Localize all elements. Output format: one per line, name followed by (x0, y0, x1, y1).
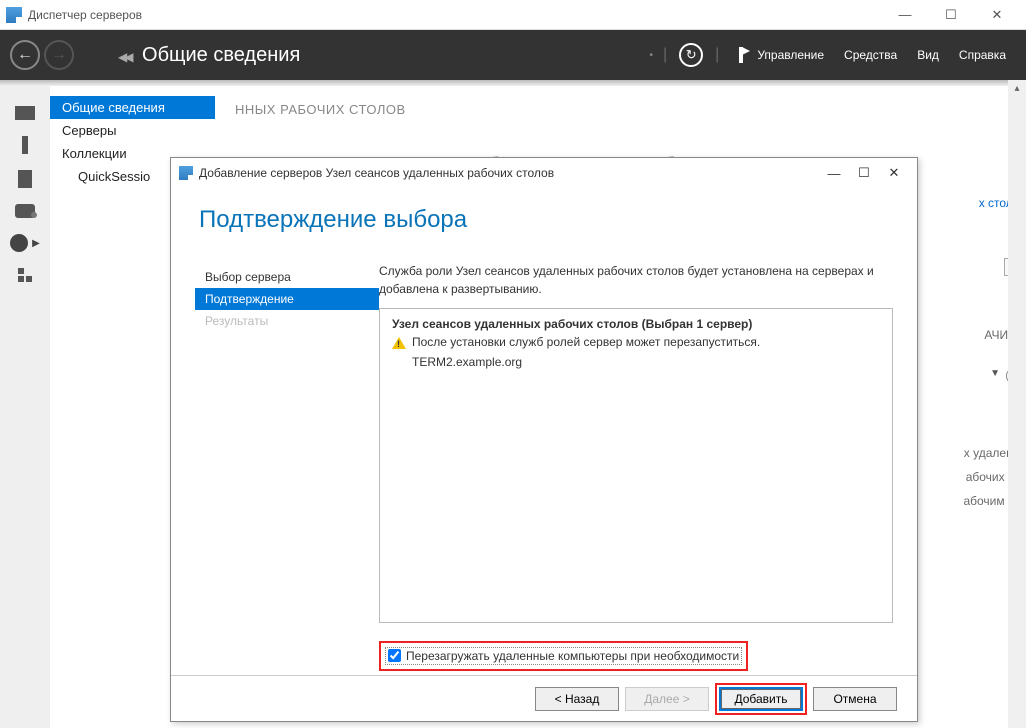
warning-text: После установки служб ролей сервер может… (412, 335, 760, 349)
dialog-body: Выбор сервера Подтверждение Результаты С… (171, 242, 917, 675)
menu-tools[interactable]: Средства (844, 48, 897, 62)
dialog-maximize-button[interactable]: ☐ (849, 165, 879, 181)
rail-storage-icon[interactable] (15, 204, 35, 218)
window-title: Диспетчер серверов (28, 8, 882, 22)
main-titlebar: Диспетчер серверов — ☐ ✕ (0, 0, 1026, 30)
highlight-box: Добавить (715, 683, 807, 715)
add-servers-dialog: Добавление серверов Узел сеансов удаленн… (170, 157, 918, 722)
breadcrumb-chevron-icon: ◀◀ (118, 50, 130, 64)
back-button[interactable]: < Назад (535, 687, 619, 711)
warning-row: После установки служб ролей сервер может… (392, 335, 880, 349)
menu-manage[interactable]: Управление (757, 48, 824, 62)
dropdown-chevron-icon[interactable]: ▼ (990, 368, 1000, 384)
dialog-panel: Служба роли Узел сеансов удаленных рабоч… (379, 242, 893, 675)
rail-tree-icon[interactable] (18, 268, 32, 284)
add-button[interactable]: Добавить (719, 687, 803, 711)
dialog-description: Служба роли Узел сеансов удаленных рабоч… (379, 262, 893, 298)
step-select-server[interactable]: Выбор сервера (195, 266, 379, 288)
page-title: ◀◀ Общие сведения (118, 44, 649, 67)
rail-local-server-icon[interactable] (22, 136, 28, 154)
server-list-box: Узел сеансов удаленных рабочих столов (В… (379, 308, 893, 623)
dialog-close-button[interactable]: ✕ (879, 165, 909, 181)
server-name: TERM2.example.org (392, 355, 880, 369)
next-button: Далее > (625, 687, 709, 711)
restart-checkbox[interactable] (388, 649, 401, 662)
separator: | (663, 46, 667, 64)
restart-checkbox-label[interactable]: Перезагружать удаленные компьютеры при н… (385, 647, 742, 665)
dialog-footer: < Назад Далее > Добавить Отмена (171, 675, 917, 721)
header-bar: ← → ◀◀ Общие сведения • | ↻ | Управление… (0, 30, 1026, 80)
rail-dashboard-icon[interactable] (15, 106, 35, 120)
minimize-button[interactable]: — (882, 0, 928, 30)
wizard-steps: Выбор сервера Подтверждение Результаты (195, 242, 379, 675)
menu-help[interactable]: Справка (959, 48, 1006, 62)
highlight-box: Перезагружать удаленные компьютеры при н… (379, 641, 748, 672)
dialog-icon (179, 166, 193, 180)
box-heading: Узел сеансов удаленных рабочих столов (В… (392, 317, 880, 331)
section-heading: ННЫХ РАБОЧИХ СТОЛОВ (235, 102, 1006, 117)
expand-arrow-icon: ▶ (32, 238, 40, 249)
nav-back-button[interactable]: ← (10, 40, 40, 70)
restart-checkbox-text: Перезагружать удаленные компьютеры при н… (406, 649, 739, 663)
icon-rail: ▶ (0, 86, 50, 728)
vertical-scrollbar[interactable]: ▴ (1008, 80, 1026, 728)
rail-rds-row[interactable]: ▶ (10, 234, 40, 252)
rail-rds-icon (10, 234, 28, 252)
dialog-title: Добавление серверов Узел сеансов удаленн… (199, 166, 554, 180)
tasks-label: АЧИ (984, 328, 1008, 342)
sidebar-item-overview[interactable]: Общие сведения (50, 96, 215, 119)
dialog-titlebar: Добавление серверов Узел сеансов удаленн… (171, 158, 917, 188)
close-button[interactable]: ✕ (974, 0, 1020, 30)
page-title-text: Общие сведения (142, 44, 300, 66)
nav-forward-button: → (44, 40, 74, 70)
sidebar-item-servers[interactable]: Серверы (50, 119, 215, 142)
warning-icon (392, 337, 406, 349)
notifications-flag-icon[interactable] (739, 47, 743, 63)
step-confirmation[interactable]: Подтверждение (195, 288, 379, 310)
dialog-heading: Подтверждение выбора (171, 188, 917, 242)
menu-view[interactable]: Вид (917, 48, 939, 62)
rail-all-servers-icon[interactable] (18, 170, 32, 188)
step-results: Результаты (195, 310, 379, 332)
separator: | (715, 46, 719, 64)
refresh-icon[interactable]: ↻ (679, 43, 703, 67)
dropdown-bullet-icon: • (649, 50, 653, 61)
dialog-minimize-button[interactable]: — (819, 166, 849, 181)
maximize-button[interactable]: ☐ (928, 0, 974, 30)
app-icon (6, 7, 22, 23)
restart-checkbox-row: Перезагружать удаленные компьютеры при н… (379, 641, 893, 672)
scroll-up-button[interactable]: ▴ (1008, 80, 1026, 98)
cancel-button[interactable]: Отмена (813, 687, 897, 711)
